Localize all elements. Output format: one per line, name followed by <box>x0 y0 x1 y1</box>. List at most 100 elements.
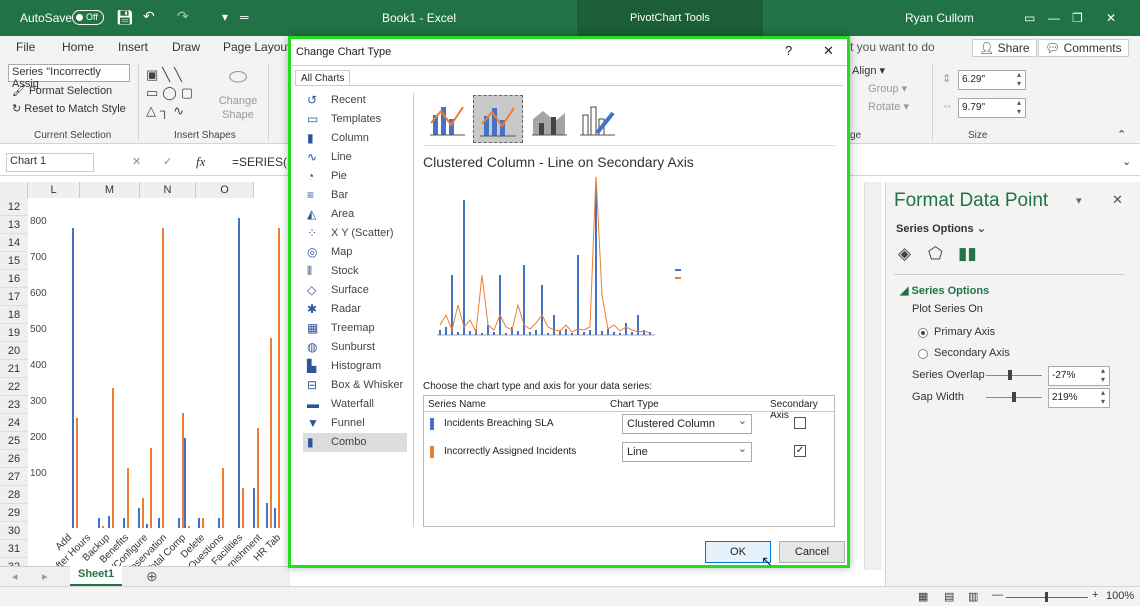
chart-type-radar[interactable]: ✱ Radar <box>303 300 407 319</box>
restore-icon[interactable]: ❐ <box>1072 11 1083 25</box>
row-header[interactable]: 17 <box>0 288 28 306</box>
bg-bar[interactable] <box>76 418 78 528</box>
bg-bar[interactable] <box>178 518 180 528</box>
bg-bar[interactable] <box>72 228 74 528</box>
bg-bar[interactable] <box>138 508 140 528</box>
normal-view-icon[interactable]: ▦ <box>918 590 928 603</box>
shapes-gallery[interactable]: ▣╲╲ ▭◯▢ △┐∿ <box>146 66 212 122</box>
reset-style-button[interactable]: ↻ Reset to Match Style <box>12 102 126 115</box>
bg-bar[interactable] <box>127 468 129 528</box>
chart-type-templates[interactable]: ▭ Templates <box>303 110 407 129</box>
row-header[interactable]: 31 <box>0 540 28 558</box>
chart-type-treemap[interactable]: ▦ Treemap <box>303 319 407 338</box>
zoom-slider-thumb[interactable] <box>1045 592 1048 602</box>
share-button[interactable]: 👤︎ Share <box>972 39 1037 57</box>
bg-bar[interactable] <box>266 503 268 528</box>
pane-close-icon[interactable]: ✕ <box>1112 192 1123 208</box>
series-options-dropdown[interactable]: Series Options ⌄ <box>896 222 986 235</box>
bg-bar[interactable] <box>242 488 244 528</box>
zoom-in-icon[interactable]: + <box>1092 589 1098 601</box>
bg-bar[interactable] <box>188 526 190 528</box>
row-header[interactable]: 18 <box>0 306 28 324</box>
tab-insert[interactable]: Insert <box>118 40 148 54</box>
tab-draw[interactable]: Draw <box>172 40 200 54</box>
save-icon[interactable]: 💾︎ <box>116 9 134 26</box>
gap-width-input[interactable]: 219% <box>1048 388 1110 408</box>
shape-width-input[interactable]: 9.79" <box>958 98 1026 118</box>
tab-file[interactable]: File <box>16 40 35 54</box>
format-selection-button[interactable]: 🖌︎ Format Selection <box>12 84 112 97</box>
group-button[interactable]: Group ▾ <box>868 82 907 95</box>
bg-bar[interactable] <box>102 526 104 528</box>
prev-sheet-icon[interactable]: ◂ <box>12 570 18 583</box>
chart-area[interactable]: 800700600500400300200100AddAfter HoursBa… <box>28 198 290 566</box>
bg-bar[interactable] <box>108 516 110 528</box>
chart-type-combo[interactable]: ▮ Combo <box>303 433 407 452</box>
customize-qat-icon[interactable]: ▾ <box>222 10 228 24</box>
bg-bar[interactable] <box>274 508 276 528</box>
ribbon-display-icon[interactable]: ▭ <box>1024 11 1035 25</box>
worksheet-grid[interactable]: L M N O 12 13 14 15 16 17 18 19 20 21 22 23 24 25 26 27… <box>0 182 290 576</box>
chart-type-column[interactable]: ▮ Column <box>303 129 407 148</box>
column-header[interactable]: M <box>80 182 140 198</box>
series-overlap-input[interactable]: -27% <box>1048 366 1110 386</box>
combo-column-line-secondary-icon[interactable] <box>473 95 523 143</box>
row-header[interactable]: 15 <box>0 252 28 270</box>
chart-type-bar[interactable]: ≡ Bar <box>303 186 407 205</box>
insert-function-icon[interactable]: fx <box>196 154 205 170</box>
column-header[interactable]: O <box>196 182 254 198</box>
change-shape-icon[interactable]: ⬭ <box>218 64 258 90</box>
bg-bar[interactable] <box>123 518 125 528</box>
row-header[interactable]: 28 <box>0 486 28 504</box>
combo-stacked-area-column-icon[interactable] <box>529 97 569 139</box>
primary-axis-radio[interactable] <box>918 328 928 338</box>
rotate-button[interactable]: Rotate ▾ <box>868 100 909 113</box>
row-header[interactable]: 14 <box>0 234 28 252</box>
next-sheet-icon[interactable]: ▸ <box>42 570 48 583</box>
series-chart-type-dropdown[interactable]: Line <box>622 440 752 462</box>
fill-line-icon[interactable]: ◈ <box>898 244 911 264</box>
bg-bar[interactable] <box>112 388 114 528</box>
row-header[interactable]: 20 <box>0 342 28 360</box>
row-header[interactable]: 21 <box>0 360 28 378</box>
column-header[interactable]: L <box>28 182 80 198</box>
close-icon[interactable]: ✕ <box>1106 11 1116 25</box>
custom-combination-icon[interactable] <box>577 97 617 139</box>
bg-bar[interactable] <box>142 498 144 528</box>
change-shape-button[interactable]: Change Shape <box>218 94 258 122</box>
pane-options-icon[interactable]: ▾ <box>1076 194 1082 207</box>
row-header[interactable]: 23 <box>0 396 28 414</box>
redo-icon[interactable]: ↷ <box>177 8 189 25</box>
sheet-tab[interactable]: Sheet1 <box>70 566 123 586</box>
combo-clustered-column-line-icon[interactable] <box>427 97 467 139</box>
row-header[interactable]: 12 <box>0 198 28 216</box>
chart-type-map[interactable]: ◎ Map <box>303 243 407 262</box>
row-header[interactable]: 24 <box>0 414 28 432</box>
row-header[interactable]: 29 <box>0 504 28 522</box>
bg-bar[interactable] <box>202 518 204 528</box>
bg-bar[interactable] <box>98 518 100 528</box>
bg-bar[interactable] <box>270 338 272 528</box>
select-all-corner[interactable] <box>0 182 28 198</box>
chart-type-stock[interactable]: ⫴ Stock <box>303 262 407 281</box>
column-header[interactable]: N <box>140 182 196 198</box>
autosave-toggle[interactable]: Off <box>72 10 104 25</box>
cancel-entry-icon[interactable]: ✕ <box>132 155 141 168</box>
page-break-view-icon[interactable]: ▥ <box>968 590 978 603</box>
shape-height-input[interactable]: 6.29" <box>958 70 1026 90</box>
chart-type-funnel[interactable]: ▼ Funnel <box>303 414 407 433</box>
cancel-button[interactable]: Cancel <box>779 541 845 563</box>
chart-type-recent[interactable]: ↺ Recent <box>303 91 407 110</box>
bg-bar[interactable] <box>162 228 164 528</box>
gap-slider-thumb[interactable] <box>1012 392 1016 402</box>
chart-type-waterfall[interactable]: ▬ Waterfall <box>303 395 407 414</box>
row-header[interactable]: 30 <box>0 522 28 540</box>
row-header[interactable]: 25 <box>0 432 28 450</box>
chart-type-histogram[interactable]: ▙ Histogram <box>303 357 407 376</box>
bg-bar[interactable] <box>198 518 200 528</box>
bg-bar[interactable] <box>238 218 240 528</box>
chart-type-area[interactable]: ◭ Area <box>303 205 407 224</box>
dialog-close-icon[interactable]: ✕ <box>823 43 834 59</box>
row-header[interactable]: 13 <box>0 216 28 234</box>
bg-bar[interactable] <box>184 438 186 528</box>
